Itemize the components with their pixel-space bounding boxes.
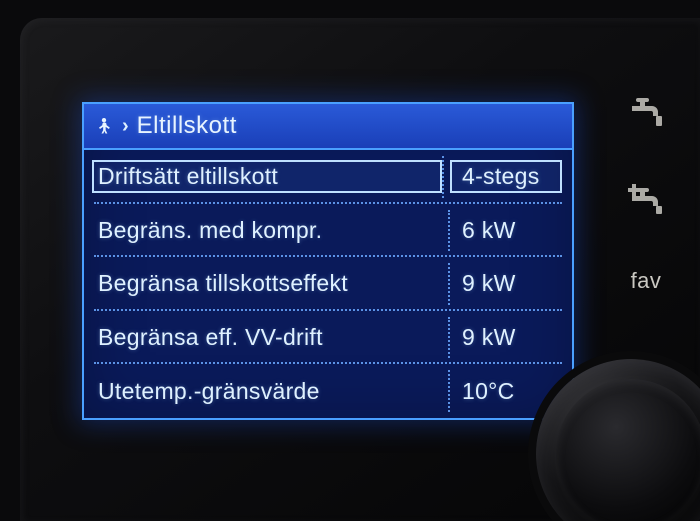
setting-value: 9 kW xyxy=(450,270,562,297)
lcd-screen: › Eltillskott Driftsätt eltillskott 4-st… xyxy=(82,102,574,420)
fav-button[interactable]: fav xyxy=(631,268,662,294)
setting-label: Utetemp.-gränsvärde xyxy=(98,378,448,405)
divider xyxy=(448,263,450,305)
control-panel: › Eltillskott Driftsätt eltillskott 4-st… xyxy=(20,18,700,521)
setting-label: Begränsa tillskottseffekt xyxy=(98,270,448,297)
side-buttons: fav xyxy=(624,92,668,294)
setting-value: 6 kW xyxy=(450,217,562,244)
divider xyxy=(448,370,450,412)
setting-row[interactable]: Begränsa tillskottseffekt 9 kW xyxy=(84,257,572,311)
breadcrumb: › Eltillskott xyxy=(84,104,572,150)
chevron-right-icon: › xyxy=(122,115,129,138)
setting-value: 10°C xyxy=(450,378,562,405)
setting-row[interactable]: Begräns. med kompr. 6 kW xyxy=(84,204,572,258)
tap-icon[interactable] xyxy=(624,92,668,132)
service-icon xyxy=(94,116,114,136)
divider xyxy=(442,156,444,198)
setting-row[interactable]: Driftsätt eltillskott 4-stegs xyxy=(84,150,572,204)
tap-plus-icon[interactable] xyxy=(624,180,668,220)
setting-label: Begränsa eff. VV-drift xyxy=(98,324,448,351)
divider xyxy=(448,317,450,359)
setting-row[interactable]: Utetemp.-gränsvärde 10°C xyxy=(84,364,572,418)
setting-label: Begräns. med kompr. xyxy=(98,217,448,244)
setting-value: 9 kW xyxy=(450,324,562,351)
page-title: Eltillskott xyxy=(137,112,237,140)
setting-row[interactable]: Begränsa eff. VV-drift 9 kW xyxy=(84,311,572,365)
settings-list: Driftsätt eltillskott 4-stegs Begräns. m… xyxy=(84,150,572,418)
setting-value: 4-stegs xyxy=(450,160,562,193)
divider xyxy=(448,210,450,252)
setting-label: Driftsätt eltillskott xyxy=(92,160,442,193)
